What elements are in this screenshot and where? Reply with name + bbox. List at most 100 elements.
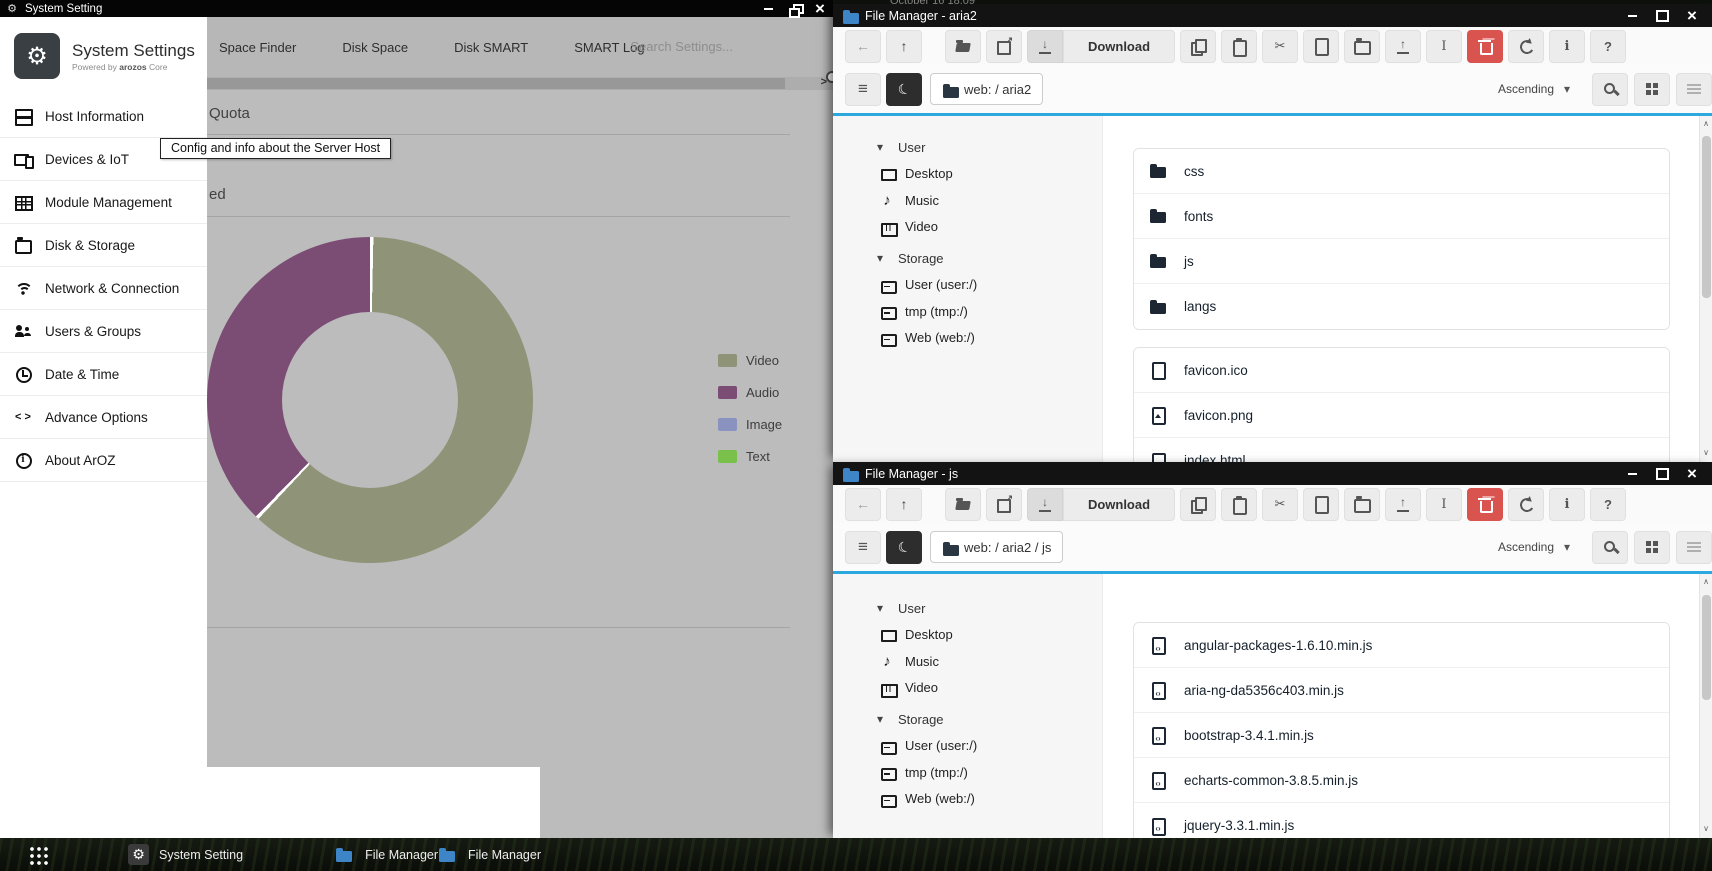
delete-button[interactable]	[1467, 488, 1503, 521]
taskbar-item[interactable]: File Manager	[335, 846, 438, 864]
tree-item[interactable]: Music	[833, 648, 1102, 675]
info-button[interactable]	[1549, 30, 1585, 63]
legend-item[interactable]: Image	[718, 418, 782, 431]
file-row[interactable]: echarts-common-3.8.5.min.js	[1134, 758, 1669, 803]
scrollbar-thumb[interactable]	[1702, 136, 1711, 298]
file-manager-titlebar[interactable]: File Manager - js	[833, 462, 1712, 485]
cut-button[interactable]	[1262, 30, 1298, 63]
file-row[interactable]: css	[1134, 149, 1669, 194]
legend-item[interactable]: Text	[718, 450, 782, 463]
close-button[interactable]	[1684, 466, 1700, 482]
rename-button[interactable]	[1426, 30, 1462, 63]
copy-button[interactable]	[1180, 30, 1216, 63]
paste-button[interactable]	[1221, 30, 1257, 63]
settings-menu-item[interactable]: Module Management	[0, 181, 207, 224]
menu-button[interactable]	[845, 531, 881, 564]
tree-item[interactable]: Video	[833, 214, 1102, 241]
sort-order-dropdown[interactable]: Ascending	[1498, 540, 1554, 554]
new-file-button[interactable]	[1303, 30, 1339, 63]
scrollbar[interactable]: ∧ ∨	[1699, 574, 1712, 838]
legend-item[interactable]: Video	[718, 354, 782, 367]
scroll-down-arrow[interactable]: ∨	[1700, 448, 1712, 457]
help-button[interactable]	[1590, 30, 1626, 63]
download-button[interactable]: Download	[1063, 488, 1175, 521]
settings-tab[interactable]: Disk SMART	[454, 40, 528, 55]
settings-menu-item[interactable]: Users & Groups	[0, 310, 207, 353]
paste-button[interactable]	[1221, 488, 1257, 521]
tree-item[interactable]: User	[833, 134, 1102, 161]
file-row[interactable]: jquery-3.3.1.min.js	[1134, 803, 1669, 838]
file-row[interactable]: index.html	[1134, 438, 1669, 462]
tree-item[interactable]: User	[833, 595, 1102, 622]
tree-item[interactable]: Web (web:/)	[833, 786, 1102, 813]
file-row[interactable]: favicon.ico	[1134, 348, 1669, 393]
new-file-button[interactable]	[1303, 488, 1339, 521]
horizontal-scrollbar[interactable]: >	[207, 77, 833, 90]
file-row[interactable]: aria-ng-da5356c403.min.js	[1134, 668, 1669, 713]
close-button[interactable]	[813, 2, 827, 16]
tree-item[interactable]: Desktop	[833, 622, 1102, 649]
minimize-button[interactable]	[1624, 466, 1640, 482]
settings-menu-item[interactable]: Host Information	[0, 95, 207, 138]
upload-button[interactable]	[1385, 30, 1421, 63]
tree-item[interactable]: Music	[833, 187, 1102, 214]
tree-item[interactable]: Storage	[833, 245, 1102, 272]
scroll-down-arrow[interactable]: ∨	[1700, 824, 1712, 833]
up-button[interactable]	[886, 30, 922, 63]
tree-item[interactable]: tmp (tmp:/)	[833, 759, 1102, 786]
minimize-button[interactable]	[1624, 8, 1640, 24]
settings-menu-item[interactable]: Disk & Storage	[0, 224, 207, 267]
up-button[interactable]	[886, 488, 922, 521]
back-button[interactable]	[845, 30, 881, 63]
grid-view-button[interactable]	[1634, 73, 1670, 106]
search-settings-input[interactable]: Search Settings...	[630, 39, 733, 54]
breadcrumb[interactable]: web: / aria2 / js	[930, 531, 1063, 563]
refresh-button[interactable]	[1508, 488, 1544, 521]
legend-item[interactable]: Audio	[718, 386, 782, 399]
download-button[interactable]: Download	[1063, 30, 1175, 63]
scroll-up-arrow[interactable]: ∧	[1700, 119, 1712, 128]
search-button[interactable]	[1592, 73, 1628, 106]
back-button[interactable]	[845, 488, 881, 521]
search-button[interactable]	[1592, 531, 1628, 564]
scrollbar-thumb[interactable]	[207, 78, 785, 89]
list-view-button[interactable]	[1676, 73, 1712, 106]
tree-item[interactable]: Storage	[833, 706, 1102, 733]
chevron-down-icon[interactable]	[1560, 80, 1574, 98]
settings-tab[interactable]: Disk Space	[342, 40, 408, 55]
help-button[interactable]	[1590, 488, 1626, 521]
breadcrumb[interactable]: web: / aria2	[930, 73, 1043, 105]
chevron-down-icon[interactable]	[1560, 538, 1574, 556]
file-row[interactable]: langs	[1134, 284, 1669, 329]
settings-menu-item[interactable]: Advance Options	[0, 396, 207, 439]
minimize-button[interactable]	[761, 2, 775, 16]
tree-item[interactable]: Video	[833, 675, 1102, 702]
scrollbar-thumb[interactable]	[1702, 595, 1711, 700]
file-manager-titlebar[interactable]: File Manager - aria2	[833, 4, 1712, 27]
maximize-button[interactable]	[1654, 8, 1670, 24]
list-view-button[interactable]	[1676, 531, 1712, 564]
rename-button[interactable]	[1426, 488, 1462, 521]
external-button[interactable]	[986, 30, 1022, 63]
copy-button[interactable]	[1180, 488, 1216, 521]
file-row[interactable]: fonts	[1134, 194, 1669, 239]
refresh-button[interactable]	[1508, 30, 1544, 63]
tree-item[interactable]: Web (web:/)	[833, 325, 1102, 352]
external-button[interactable]	[986, 488, 1022, 521]
settings-tab[interactable]: Space Finder	[219, 40, 296, 55]
cut-button[interactable]	[1262, 488, 1298, 521]
file-row[interactable]: bootstrap-3.4.1.min.js	[1134, 713, 1669, 758]
download-button[interactable]	[1027, 30, 1063, 63]
file-row[interactable]: js	[1134, 239, 1669, 284]
menu-button[interactable]	[845, 73, 881, 106]
dark-mode-button[interactable]	[886, 73, 922, 106]
download-button[interactable]	[1027, 488, 1063, 521]
scrollbar[interactable]: ∧ ∨	[1699, 116, 1712, 462]
settings-menu-item[interactable]: Date & Time	[0, 353, 207, 396]
restore-button[interactable]	[787, 2, 801, 16]
close-button[interactable]	[1684, 8, 1700, 24]
tree-item[interactable]: User (user:/)	[833, 272, 1102, 299]
tree-item[interactable]: tmp (tmp:/)	[833, 298, 1102, 325]
tree-item[interactable]: User (user:/)	[833, 733, 1102, 760]
open-button[interactable]	[945, 30, 981, 63]
